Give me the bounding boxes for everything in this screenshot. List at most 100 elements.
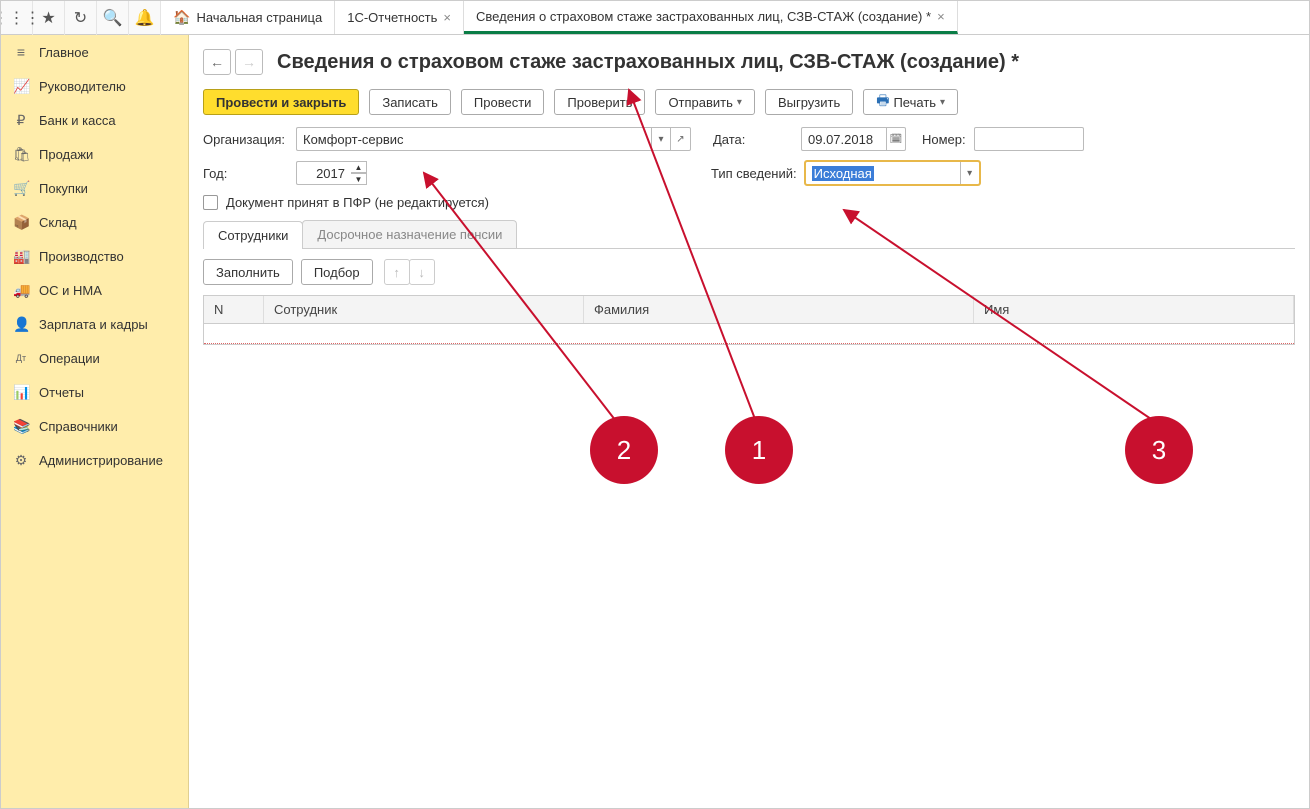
col-lastname[interactable]: Фамилия	[584, 296, 974, 323]
year-field[interactable]: 2017 ▲▼	[296, 161, 367, 185]
move-up-button[interactable]: ↑	[384, 259, 410, 285]
date-field[interactable]: 09.07.2018 🗓	[801, 127, 906, 151]
year-spinner[interactable]: ▲▼	[351, 161, 367, 185]
date-value: 09.07.2018	[808, 132, 873, 147]
tab-home[interactable]: 🏠 Начальная страница	[161, 1, 335, 34]
check-button[interactable]: Проверить	[554, 89, 645, 115]
col-employee[interactable]: Сотрудник	[264, 296, 584, 323]
sidebar-item-salary[interactable]: 👤 Зарплата и кадры	[1, 307, 188, 341]
fill-button[interactable]: Заполнить	[203, 259, 293, 285]
grid-empty-row	[204, 324, 1294, 344]
menu-icon: ≡	[13, 44, 29, 60]
number-field[interactable]	[974, 127, 1084, 151]
search-icon[interactable]: 🔍	[97, 1, 129, 35]
grid-toolbar: Заполнить Подбор ↑ ↓	[203, 249, 1295, 295]
spin-down-icon[interactable]: ▼	[351, 173, 367, 185]
sidebar-item-label: Банк и касса	[39, 113, 116, 128]
btn-label: Провести и закрыть	[216, 95, 346, 110]
accepted-checkbox[interactable]	[203, 195, 218, 210]
factory-icon: 🏭	[13, 248, 29, 265]
chevron-down-icon[interactable]: ▾	[960, 161, 980, 185]
tab-szvstazh[interactable]: Сведения о страховом стаже застрахованны…	[464, 1, 958, 34]
tab-employees[interactable]: Сотрудники	[203, 221, 303, 249]
history-icon[interactable]: ↻	[65, 1, 97, 35]
export-button[interactable]: Выгрузить	[765, 89, 853, 115]
accepted-label: Документ принят в ПФР (не редактируется)	[226, 195, 489, 210]
chevron-down-icon: ▾	[737, 97, 742, 108]
bell-icon[interactable]: 🔔	[129, 1, 161, 35]
move-down-button[interactable]: ↓	[409, 259, 435, 285]
printer-icon: 🖶	[876, 90, 889, 114]
tab-early-pension[interactable]: Досрочное назначение пенсии	[302, 220, 517, 248]
year-value: 2017	[316, 166, 345, 181]
bag-icon: 🛍	[13, 146, 29, 163]
sidebar-item-operations[interactable]: ДтОперации	[1, 341, 188, 375]
sidebar-item-warehouse[interactable]: 📦 Склад	[1, 205, 188, 239]
org-field[interactable]: Комфорт-сервис ▾ ↗	[296, 127, 691, 151]
chevron-down-icon: ▾	[940, 97, 945, 108]
home-icon: 🏠	[173, 9, 190, 26]
type-value: Исходная	[812, 166, 874, 181]
col-firstname[interactable]: Имя	[974, 296, 1294, 323]
employees-grid[interactable]: N Сотрудник Фамилия Имя	[203, 295, 1295, 345]
type-field[interactable]: Исходная ▾	[805, 161, 980, 185]
sidebar-item-label: Администрирование	[39, 453, 163, 468]
sidebar-item-assets[interactable]: 🚚ОС и НМА	[1, 273, 188, 307]
sidebar: ≡Главное 📈Руководителю ₽Банк и касса 🛍 Пр…	[1, 35, 189, 808]
barchart-icon: 📊	[13, 384, 29, 401]
write-button[interactable]: Записать	[369, 89, 451, 115]
grid-header: N Сотрудник Фамилия Имя	[204, 296, 1294, 324]
org-label: Организация:	[203, 132, 288, 147]
sidebar-item-reports[interactable]: 📊Отчеты	[1, 375, 188, 409]
books-icon: 📚	[13, 418, 29, 435]
tab-reporting[interactable]: 1С-Отчетность ×	[335, 1, 464, 34]
btn-label: Выгрузить	[778, 95, 840, 110]
sidebar-item-production[interactable]: 🏭Производство	[1, 239, 188, 273]
topbar: ⋮⋮⋮ ★ ↻ 🔍 🔔 🏠 Начальная страница 1С-Отче…	[1, 1, 1309, 35]
callout-3: 3	[1152, 435, 1166, 465]
formtab-label: Сотрудники	[218, 228, 288, 243]
apps-icon[interactable]: ⋮⋮⋮	[1, 1, 33, 35]
year-label: Год:	[203, 166, 288, 181]
send-button[interactable]: Отправить▾	[655, 89, 755, 115]
truck-icon: 🚚	[13, 282, 29, 299]
box-icon: 📦	[13, 214, 29, 231]
close-icon[interactable]: ×	[443, 10, 451, 25]
nav-buttons: ← →	[203, 49, 263, 75]
calendar-icon[interactable]: 🗓	[886, 127, 906, 151]
sidebar-item-label: Руководителю	[39, 79, 126, 94]
dtkt-icon: Дт	[13, 354, 29, 363]
sidebar-item-manager[interactable]: 📈Руководителю	[1, 69, 188, 103]
print-button[interactable]: 🖶Печать▾	[863, 89, 958, 115]
sidebar-item-main[interactable]: ≡Главное	[1, 35, 188, 69]
star-icon[interactable]: ★	[33, 1, 65, 35]
callout-2: 2	[617, 435, 631, 465]
nav-forward[interactable]: →	[235, 49, 263, 75]
sidebar-item-sales[interactable]: 🛍 Продажи	[1, 137, 188, 171]
sidebar-item-admin[interactable]: ⚙ Администрирование	[1, 443, 188, 477]
sidebar-item-label: Зарплата и кадры	[39, 317, 148, 332]
gear-icon: ⚙	[13, 452, 29, 469]
page-title: Сведения о страховом стаже застрахованны…	[277, 51, 1295, 74]
form-tabs: Сотрудники Досрочное назначение пенсии	[203, 220, 1295, 249]
close-icon[interactable]: ×	[937, 9, 945, 24]
sidebar-item-bank[interactable]: ₽Банк и касса	[1, 103, 188, 137]
sidebar-item-catalogs[interactable]: 📚Справочники	[1, 409, 188, 443]
spin-up-icon[interactable]: ▲	[351, 161, 367, 173]
post-and-close-button[interactable]: Провести и закрыть	[203, 89, 359, 115]
org-value: Комфорт-сервис	[303, 132, 404, 147]
post-button[interactable]: Провести	[461, 89, 545, 115]
sidebar-item-label: Склад	[39, 215, 77, 230]
pick-button[interactable]: Подбор	[301, 259, 373, 285]
open-icon[interactable]: ↗	[671, 127, 691, 151]
cart-icon: 🛒	[13, 180, 29, 197]
col-n[interactable]: N	[204, 296, 264, 323]
nav-back[interactable]: ←	[203, 49, 231, 75]
sidebar-item-label: Продажи	[39, 147, 93, 162]
topbar-icons: ⋮⋮⋮ ★ ↻ 🔍 🔔	[1, 1, 161, 34]
number-label: Номер:	[922, 132, 966, 147]
person-icon: 👤	[13, 316, 29, 333]
btn-label: Заполнить	[216, 265, 280, 280]
sidebar-item-purchases[interactable]: 🛒Покупки	[1, 171, 188, 205]
chevron-down-icon[interactable]: ▾	[651, 127, 671, 151]
